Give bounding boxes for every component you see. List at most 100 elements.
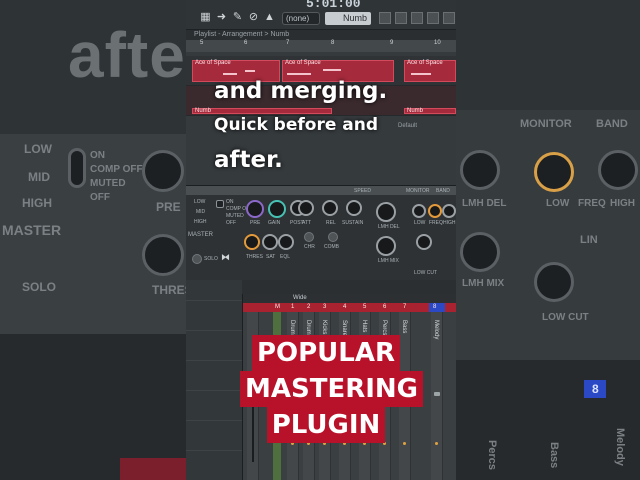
- attack-knob[interactable]: [298, 200, 314, 216]
- plugin-label: MUTED: [226, 213, 244, 219]
- backdrop-label: PRE: [156, 200, 181, 214]
- piano-roll-icon[interactable]: [443, 12, 455, 24]
- caption-line: after.: [214, 147, 283, 173]
- insert-strip[interactable]: Melody: [431, 312, 443, 480]
- chorus-button[interactable]: [304, 232, 314, 242]
- knob-label: FREQ: [429, 220, 443, 226]
- backdrop-toggle: [68, 148, 86, 188]
- timeline-ruler[interactable]: [186, 40, 456, 52]
- backdrop-knob: [142, 150, 184, 192]
- clip-label: Numb: [407, 108, 424, 114]
- threshold-knob[interactable]: [244, 234, 260, 250]
- knob-label: LMH DEL: [378, 224, 400, 230]
- clip-label: Ace of Space: [195, 60, 231, 66]
- high-knob[interactable]: [442, 204, 456, 218]
- grid-line: [186, 360, 242, 361]
- backdrop-label: MID: [28, 170, 50, 184]
- band-toggle[interactable]: [216, 200, 224, 208]
- grid-line: [186, 300, 242, 301]
- selected-channel[interactable]: [429, 303, 445, 312]
- snap-selector[interactable]: Numb: [325, 12, 371, 25]
- pre-gain-knob[interactable]: [246, 200, 264, 218]
- channel-rack-icon[interactable]: [427, 12, 439, 24]
- bowtie-icon[interactable]: ⧓: [220, 252, 231, 263]
- grid-line: [186, 330, 242, 331]
- knob-label: HIGH: [443, 220, 456, 226]
- pattern-selector[interactable]: (none): [282, 12, 320, 25]
- audio-clip[interactable]: Numb: [192, 108, 332, 114]
- top-toolbar: ▦ ➜ ✎ ⊘ ▲ 5:01:00 (none) Numb: [186, 0, 456, 30]
- fx-slot-dot[interactable]: [435, 442, 438, 445]
- mixer-icon[interactable]: [411, 12, 423, 24]
- saturation-knob[interactable]: [262, 234, 278, 250]
- low-knob[interactable]: [412, 204, 426, 218]
- backdrop-label: MONITOR: [520, 118, 572, 130]
- song-time-display: 5:01:00: [306, 0, 361, 11]
- title-line: MASTERING: [240, 371, 424, 407]
- freq-knob[interactable]: [428, 204, 442, 218]
- ruler-tick: 5: [200, 40, 204, 46]
- backdrop-label: HIGH: [610, 198, 635, 209]
- step-icon[interactable]: [395, 12, 407, 24]
- volume-fader[interactable]: [434, 392, 440, 396]
- sustain-knob[interactable]: [346, 200, 362, 216]
- backdrop-label: HIGH: [22, 196, 52, 210]
- arrow-right-icon[interactable]: ➜: [216, 12, 227, 23]
- backdrop-label: LOW: [546, 198, 570, 209]
- lmh-delay-knob[interactable]: [376, 202, 396, 222]
- caption-line: Quick before and: [214, 115, 379, 135]
- gain-knob[interactable]: [268, 200, 286, 218]
- low-cut-knob[interactable]: [416, 234, 432, 250]
- comb-button[interactable]: [328, 232, 338, 242]
- plugin-label: ON: [226, 199, 234, 205]
- band-label: LOW: [194, 199, 206, 205]
- backdrop-label: BAND: [596, 118, 628, 130]
- backdrop-label: ON: [90, 150, 105, 161]
- lmh-mix-knob[interactable]: [376, 236, 396, 256]
- backdrop-label: Bass: [548, 442, 560, 469]
- backdrop-red-block: [120, 458, 186, 480]
- strip-name: Kicks: [321, 320, 327, 335]
- plugin-label: SPEED: [354, 188, 371, 194]
- channel-number: M: [275, 304, 280, 310]
- master-label: MASTER: [188, 232, 214, 238]
- title-line: POPULAR: [251, 335, 401, 371]
- zoom-label: Default: [398, 123, 418, 129]
- release-knob[interactable]: [322, 200, 338, 216]
- channel-number: 3: [323, 304, 327, 310]
- note-mark: [411, 73, 431, 75]
- equal-knob[interactable]: [278, 234, 294, 250]
- backdrop-knob: [598, 150, 638, 190]
- knob-label: LOW CUT: [414, 270, 438, 276]
- backdrop-label: FREQ: [578, 198, 606, 209]
- plugin-label: BAND: [436, 188, 450, 194]
- ruler-tick: 6: [244, 40, 248, 46]
- brush-icon[interactable]: ✎: [232, 12, 243, 23]
- backdrop-label: LOW CUT: [542, 312, 589, 323]
- strip-name: Hats: [361, 320, 367, 333]
- solo-label: SOLO: [204, 256, 218, 262]
- backdrop-knob: [534, 262, 574, 302]
- backdrop-knob: [534, 152, 574, 192]
- ruler-tick: 8: [331, 40, 335, 46]
- clip-label: Numb: [195, 108, 212, 114]
- link-icon[interactable]: ⊘: [248, 12, 259, 23]
- record-icon[interactable]: [379, 12, 391, 24]
- caption-line: and merging.: [214, 78, 388, 104]
- backdrop-label: LOW: [24, 142, 52, 156]
- grid-line: [186, 420, 242, 421]
- backdrop-label: Percs: [486, 440, 498, 470]
- playlist-grid: [186, 280, 242, 480]
- playlist-title: Playlist - Arrangement > Numb: [186, 30, 456, 40]
- stamp-icon[interactable]: ▲: [264, 12, 275, 23]
- channel-number: 4: [343, 304, 347, 310]
- audio-clip[interactable]: Ace of Space: [404, 60, 456, 82]
- knob-label: GAIN: [268, 220, 281, 226]
- menu-icon[interactable]: ▦: [200, 12, 211, 23]
- clip-label: Ace of Space: [285, 60, 321, 66]
- backdrop-label: 8: [592, 382, 599, 396]
- plugin-label: MONITOR: [406, 188, 430, 194]
- channel-number: 6: [383, 304, 387, 310]
- solo-button[interactable]: [192, 254, 202, 264]
- audio-clip[interactable]: Numb: [404, 108, 456, 114]
